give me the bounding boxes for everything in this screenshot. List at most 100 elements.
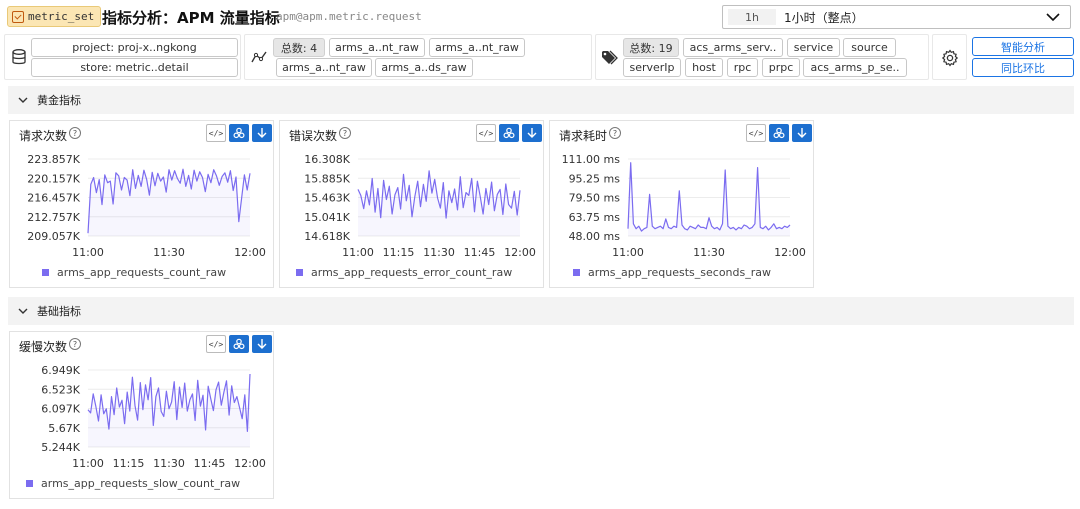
y-tick-label: 6.949K	[41, 364, 80, 377]
time-unit-badge: 1h	[728, 9, 776, 25]
metric-chip[interactable]: arms_a..ds_raw	[375, 58, 473, 77]
chart-legend[interactable]: arms_app_requests_seconds_raw	[573, 266, 771, 279]
metric-chip[interactable]: arms_a..nt_raw	[329, 38, 425, 57]
tag-chip[interactable]: acs_arms_p_se..	[803, 58, 907, 77]
x-tick-label: 12:00	[234, 246, 266, 259]
help-icon[interactable]: ?	[339, 127, 351, 139]
y-tick-label: 212.757K	[27, 211, 80, 224]
share-icon[interactable]	[499, 124, 519, 142]
y-tick-label: 209.057K	[27, 230, 80, 243]
tag-chip[interactable]: service	[787, 38, 840, 57]
code-icon[interactable]: </>	[206, 124, 226, 142]
line-chart[interactable]: 223.857K 220.157K 216.457K 212.757K 209.057K…	[10, 147, 275, 265]
x-tick-label: 11:00	[72, 246, 104, 259]
code-icon[interactable]: </>	[206, 335, 226, 353]
y-tick-label: 6.523K	[41, 383, 80, 396]
line-chart[interactable]: 16.308K 15.885K 15.463K 15.041K 14.618K 11:00…	[280, 147, 545, 265]
database-icon	[12, 49, 26, 65]
legend-swatch	[573, 269, 580, 276]
y-tick-label: 220.157K	[27, 172, 80, 185]
x-tick-label: 11:45	[194, 457, 226, 470]
source-filter-group: project: proj-x..ngkong store: metric..d…	[4, 34, 241, 80]
metric-chip[interactable]: arms_a..nt_raw	[429, 38, 525, 57]
x-tick-label: 11:00	[342, 246, 374, 259]
header: metric_set 指标分析：APM 流量指标 apm@apm.metric.…	[0, 0, 1080, 32]
y-tick-label: 15.041K	[304, 211, 350, 224]
code-icon[interactable]: </>	[476, 124, 496, 142]
page-subtitle: apm@apm.metric.request	[276, 10, 422, 23]
tag-chip[interactable]: source	[843, 38, 896, 57]
line-chart-icon	[251, 51, 267, 63]
chevron-down-icon	[18, 308, 28, 314]
x-tick-label: 11:30	[693, 246, 725, 259]
legend-swatch	[26, 480, 33, 487]
download-icon[interactable]	[522, 124, 542, 142]
section-golden-metrics[interactable]: 黄金指标	[8, 86, 1074, 114]
x-tick-label: 11:15	[383, 246, 415, 259]
help-icon[interactable]: ?	[609, 127, 621, 139]
download-icon[interactable]	[792, 124, 812, 142]
settings-group	[932, 34, 967, 80]
line-chart[interactable]: 6.949K 6.523K 6.097K 5.67K 5.244K 11:00 11:15 1…	[10, 358, 275, 476]
chevron-down-icon[interactable]	[1045, 9, 1061, 25]
tag-count-chip: 总数: 19	[623, 38, 679, 57]
code-icon[interactable]: </>	[746, 124, 766, 142]
chart-panel-slow: 缓慢次数 ? </> 6.949K 6.523K 6.097K 5.67K 5.244K…	[9, 331, 274, 499]
x-tick-label: 12:00	[234, 457, 266, 470]
y-tick-label: 16.308K	[304, 153, 350, 166]
legend-label: arms_app_requests_count_raw	[57, 266, 227, 279]
metric-chip[interactable]: arms_a..nt_raw	[276, 58, 372, 77]
legend-label: arms_app_requests_error_count_raw	[311, 266, 513, 279]
action-group: 智能分析 同比环比	[970, 34, 1076, 80]
metric-count-chip: 总数: 4	[273, 38, 325, 57]
x-tick-label: 12:00	[774, 246, 806, 259]
panel-title: 请求次数	[19, 129, 68, 143]
compare-button[interactable]: 同比环比	[972, 58, 1074, 77]
help-icon[interactable]: ?	[69, 338, 81, 350]
section-title: 黄金指标	[37, 94, 81, 107]
y-tick-label: 79.50 ms	[569, 192, 621, 205]
metric-set-label: metric_set	[28, 10, 95, 23]
tag-chip[interactable]: serverIp	[623, 58, 681, 77]
chevron-down-icon	[18, 97, 28, 103]
checkbox-icon	[12, 10, 24, 23]
download-icon[interactable]	[252, 124, 272, 142]
chart-legend[interactable]: arms_app_requests_error_count_raw	[296, 266, 512, 279]
panel-title: 缓慢次数	[19, 340, 68, 354]
y-tick-label: 111.00 ms	[562, 153, 621, 166]
time-range-select[interactable]: 1h 1小时（整点）	[722, 5, 1071, 29]
series-area	[88, 169, 250, 236]
legend-swatch	[42, 269, 49, 276]
y-tick-label: 15.463K	[304, 192, 350, 205]
section-basic-metrics[interactable]: 基础指标	[8, 297, 1074, 325]
help-icon[interactable]: ?	[69, 127, 81, 139]
y-tick-label: 6.097K	[41, 403, 80, 416]
section-title: 基础指标	[37, 305, 81, 318]
share-icon[interactable]	[769, 124, 789, 142]
chart-panel-errors: 错误次数 ? </> 16.308K 15.885K 15.463K 15.041K 1…	[279, 120, 544, 288]
chart-legend[interactable]: arms_app_requests_count_raw	[42, 266, 226, 279]
x-tick-label: 11:15	[113, 457, 145, 470]
legend-label: arms_app_requests_seconds_raw	[588, 266, 771, 279]
share-icon[interactable]	[229, 124, 249, 142]
tag-filter-group: 总数: 19 acs_arms_serv.. service source se…	[595, 34, 929, 80]
store-chip[interactable]: store: metric..detail	[31, 58, 238, 77]
download-icon[interactable]	[252, 335, 272, 353]
tag-chip[interactable]: rpc	[727, 58, 758, 77]
smart-analysis-button[interactable]: 智能分析	[972, 37, 1074, 56]
project-chip[interactable]: project: proj-x..ngkong	[31, 38, 238, 57]
y-tick-label: 5.67K	[48, 422, 80, 435]
line-chart[interactable]: 111.00 ms 95.25 ms 79.50 ms 63.75 ms 48.00 m…	[550, 147, 815, 265]
legend-swatch	[296, 269, 303, 276]
tag-chip[interactable]: acs_arms_serv..	[683, 38, 783, 57]
tag-chip[interactable]: prpc	[762, 58, 800, 77]
share-icon[interactable]	[229, 335, 249, 353]
legend-label: arms_app_requests_slow_count_raw	[41, 477, 241, 490]
y-tick-label: 216.457K	[27, 192, 80, 205]
tag-chip[interactable]: host	[685, 58, 723, 77]
chart-panel-requests: 请求次数 ? </> 223.857K 220.157K 216.457K 212.7…	[9, 120, 274, 288]
gear-icon[interactable]	[941, 49, 959, 67]
y-tick-label: 223.857K	[27, 153, 80, 166]
metric-filter-group: 总数: 4 arms_a..nt_raw arms_a..nt_raw arms…	[244, 34, 592, 80]
chart-legend[interactable]: arms_app_requests_slow_count_raw	[26, 477, 240, 490]
